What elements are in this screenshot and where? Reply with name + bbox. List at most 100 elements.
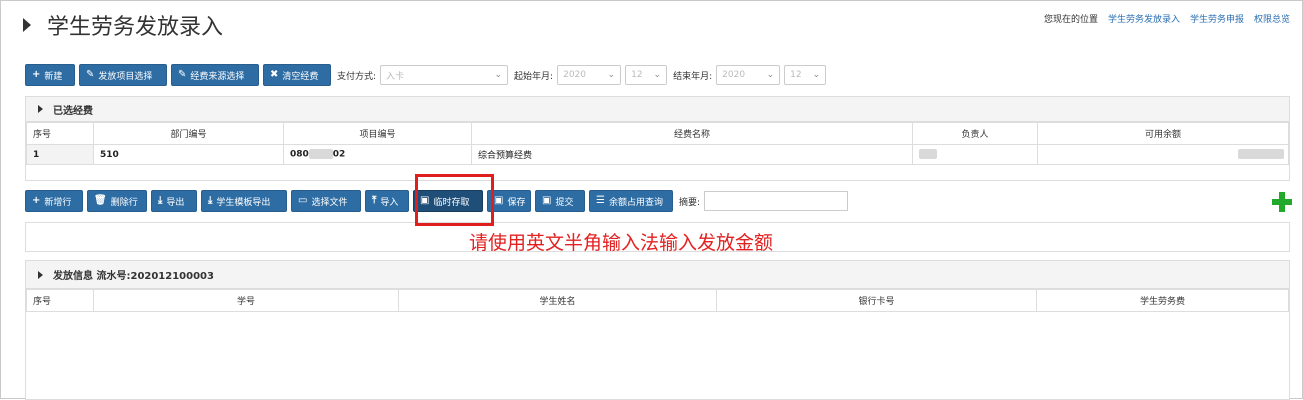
chevron-down-icon: ⌄	[812, 70, 821, 80]
balance-query-button[interactable]: ☰ 余额占用查询	[589, 190, 673, 212]
column-header: 项目编号	[283, 122, 472, 145]
close-icon: ✖	[270, 69, 279, 80]
choose-file-label: 选择文件	[311, 197, 348, 208]
select-payout-item-label: 发放项目选择	[98, 71, 153, 82]
chevron-down-icon: ⌄	[653, 70, 662, 80]
table-header-row: 序号 学号 学生姓名 银行卡号 学生劳务费	[26, 289, 1289, 312]
column-header: 经费名称	[471, 122, 913, 145]
new-button-label: 新建	[44, 71, 63, 82]
download-icon: ⤓	[158, 195, 163, 206]
end-year-select[interactable]: 2020 ⌄	[716, 65, 781, 85]
end-month-label: 结束年月:	[673, 71, 713, 82]
column-header: 部门编号	[93, 122, 284, 145]
chevron-down-icon: ⌄	[766, 70, 775, 80]
chevron-down-icon: ⌄	[607, 70, 616, 80]
start-year-select[interactable]: 2020 ⌄	[557, 65, 622, 85]
breadcrumb-link-permissions[interactable]: 权限总览	[1254, 12, 1290, 25]
selected-funds-panel: 已选经费 序号 部门编号 项目编号 经费名称 负责人 可用余额 1 510 08…	[25, 96, 1290, 181]
row-seq: 1	[26, 144, 94, 165]
redacted-block	[919, 149, 937, 160]
delete-row-label: 删除行	[110, 197, 138, 208]
add-icon[interactable]	[1272, 192, 1292, 212]
payout-info-header[interactable]: 发放信息 流水号:202012100003	[26, 261, 1289, 289]
summary-input[interactable]	[704, 191, 849, 211]
page-title: 学生劳务发放录入	[23, 9, 223, 41]
start-year-value: 2020	[563, 70, 586, 80]
folder-icon: ▭	[298, 195, 308, 206]
redacted-block	[308, 149, 333, 160]
caret-right-icon	[38, 270, 43, 279]
notice-text: 请使用英文半角输入法输入发放金额	[469, 232, 774, 254]
table-row[interactable]: 1 510 080 02 综合预算经费	[26, 144, 1289, 165]
column-header: 学生姓名	[398, 289, 717, 312]
export-template-button[interactable]: ⤓ 学生模板导出	[201, 190, 287, 212]
payout-info-title: 发放信息 流水号:202012100003	[53, 271, 214, 282]
selected-funds-title: 已选经费	[53, 105, 93, 117]
pencil-icon: ✎	[86, 69, 95, 80]
row-balance	[1037, 144, 1289, 165]
start-month-label: 起始年月:	[514, 71, 554, 82]
breadcrumb-label: 您现在的位置	[1043, 15, 1098, 25]
floppy-icon: ▣	[542, 195, 552, 206]
export-button[interactable]: ⤓ 导出	[151, 190, 197, 212]
page-title-text: 学生劳务发放录入	[47, 15, 224, 40]
add-row-button[interactable]: + 新增行	[25, 190, 83, 212]
breadcrumb-link-declare[interactable]: 学生劳务申报	[1190, 12, 1244, 25]
payout-table: 序号 学号 学生姓名 银行卡号 学生劳务费	[26, 289, 1289, 312]
submit-label: 提交	[555, 197, 574, 208]
select-payout-item-button[interactable]: ✎ 发放项目选择	[79, 64, 167, 86]
plus-icon: +	[32, 195, 41, 206]
balance-query-label: 余额占用查询	[608, 197, 663, 208]
choose-file-button[interactable]: ▭ 选择文件	[291, 190, 361, 212]
column-header: 银行卡号	[716, 289, 1037, 312]
project-suffix: 02	[332, 149, 346, 160]
select-fund-source-button[interactable]: ✎ 经费来源选择	[171, 64, 259, 86]
add-row-label: 新增行	[44, 197, 72, 208]
end-month-value: 12	[790, 70, 802, 80]
selected-funds-table: 序号 部门编号 项目编号 经费名称 负责人 可用余额 1 510 080 02 综…	[26, 122, 1289, 165]
page-frame: 学生劳务发放录入 您现在的位置 学生劳务发放录入 学生劳务申报 权限总览 + 新…	[0, 0, 1303, 400]
end-year-value: 2020	[722, 70, 746, 80]
start-month-select[interactable]: 12 ⌄	[625, 65, 668, 85]
pay-method-label: 支付方式:	[337, 71, 377, 82]
column-header: 可用余额	[1037, 122, 1289, 145]
pay-method-value: 入卡	[386, 71, 405, 82]
pay-method-select[interactable]: 入卡 ⌄	[380, 65, 509, 85]
submit-button[interactable]: ▣ 提交	[535, 190, 585, 212]
column-header: 序号	[26, 122, 94, 145]
import-button[interactable]: ⤒ 导入	[365, 190, 409, 212]
trash-icon: 🗑	[94, 195, 107, 206]
delete-row-button[interactable]: 🗑 删除行	[87, 190, 147, 212]
select-fund-source-label: 经费来源选择	[190, 71, 245, 82]
column-header: 学生劳务费	[1036, 289, 1289, 312]
download-icon: ⤓	[208, 195, 213, 206]
floppy-icon: ▣	[494, 195, 504, 206]
breadcrumb-link-payout-entry[interactable]: 学生劳务发放录入	[1108, 12, 1180, 25]
selected-funds-header[interactable]: 已选经费	[26, 97, 1289, 122]
column-header: 序号	[26, 289, 94, 312]
row-fund-name: 综合预算经费	[471, 144, 913, 165]
row-owner	[912, 144, 1038, 165]
column-header: 学号	[93, 289, 399, 312]
row-dept: 510	[93, 144, 284, 165]
clear-funds-button[interactable]: ✖ 清空经费	[263, 64, 331, 86]
list-icon: ☰	[596, 195, 605, 206]
export-label: 导出	[166, 197, 185, 208]
end-month-select[interactable]: 12 ⌄	[784, 65, 827, 85]
caret-right-icon	[38, 105, 43, 113]
new-button[interactable]: + 新建	[25, 64, 75, 86]
top-toolbar: + 新建 ✎ 发放项目选择 ✎ 经费来源选择 ✖ 清空经费 支付方式: 入卡 ⌄…	[25, 64, 827, 86]
chevron-down-icon: ⌄	[494, 70, 503, 80]
breadcrumb: 您现在的位置 学生劳务发放录入 学生劳务申报 权限总览	[1044, 12, 1290, 25]
column-header: 负责人	[912, 122, 1038, 145]
summary-label: 摘要:	[679, 197, 701, 208]
redacted-block	[1238, 149, 1284, 160]
project-prefix: 080	[290, 149, 309, 160]
highlight-box	[415, 174, 494, 226]
row-project: 080 02	[283, 144, 472, 165]
save-label: 保存	[507, 197, 526, 208]
plus-icon: +	[32, 69, 41, 80]
export-template-label: 学生模板导出	[216, 197, 271, 208]
payout-info-panel: 发放信息 流水号:202012100003 序号 学号 学生姓名 银行卡号 学生…	[25, 260, 1290, 400]
start-month-value: 12	[631, 70, 643, 80]
